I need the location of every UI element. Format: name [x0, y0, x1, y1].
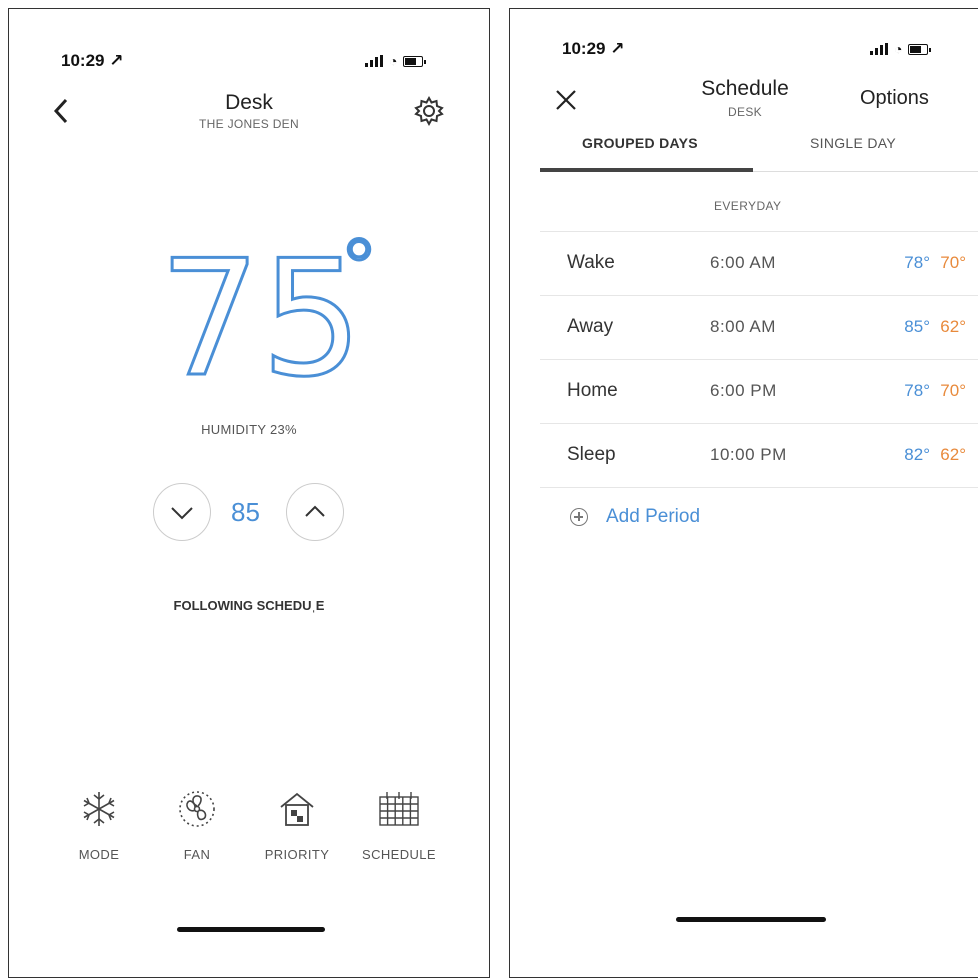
setpoint-value: 85 [231, 497, 260, 527]
status-time: 10:29 ↗ [61, 51, 124, 70]
fan-icon [179, 791, 215, 827]
period-row[interactable]: Wake 6:00 AM 78° 70° [540, 231, 978, 295]
current-temperature: 75 ° [158, 227, 381, 400]
cool-setpoint: 78° [904, 253, 930, 272]
period-name: Wake [567, 252, 615, 273]
nav-priority-label: PRIORITY [264, 847, 330, 862]
calendar-icon [379, 792, 419, 826]
add-period-button[interactable]: Add Period [570, 506, 700, 528]
schedule-status: FOLLOWING SCHEDUˌE [173, 598, 325, 613]
period-name: Sleep [567, 444, 616, 465]
period-row[interactable]: Away 8:00 AM 85° 62° [540, 295, 978, 359]
period-row[interactable]: Sleep 10:00 PM 82° 62° [540, 423, 978, 488]
wifi-icon: ◔ [389, 53, 398, 69]
heat-setpoint: 62° [940, 445, 966, 464]
gear-icon[interactable] [413, 95, 445, 127]
nav-fan-label: FAN [183, 847, 211, 862]
period-name: Away [567, 316, 614, 337]
tab-grouped-days[interactable]: GROUPED DAYS [582, 135, 698, 151]
status-time: 10:29 ↗ [562, 39, 625, 58]
heat-setpoint: 70° [940, 381, 966, 400]
period-time: 6:00 PM [710, 381, 777, 400]
status-icons: ◔ [870, 41, 932, 57]
cool-setpoint: 78° [904, 381, 930, 400]
heat-setpoint: 70° [940, 253, 966, 272]
temperature-value: 75 [158, 225, 365, 412]
period-row[interactable]: Home 6:00 PM 78° 70° [540, 359, 978, 423]
home-indicator[interactable] [676, 917, 826, 922]
nav-schedule-label: SCHEDULE [362, 847, 436, 862]
options-button[interactable]: Options [860, 87, 929, 110]
period-time: 10:00 PM [710, 445, 787, 464]
increase-setpoint-button[interactable] [286, 483, 344, 541]
schedule-periods: Wake 6:00 AM 78° 70° Away 8:00 AM 85° 62… [540, 231, 978, 488]
decrease-setpoint-button[interactable] [153, 483, 211, 541]
period-time: 6:00 AM [710, 253, 776, 272]
house-priority-icon [280, 792, 314, 826]
signal-icon [870, 43, 888, 55]
nav-mode[interactable]: MODE [54, 789, 144, 862]
status-icons: ◔ [365, 53, 427, 69]
add-period-label: Add Period [606, 506, 701, 527]
home-indicator[interactable] [177, 927, 325, 932]
period-name: Home [567, 380, 618, 401]
schedule-screen: 10:29 ↗ ◔ Schedule DESK Options GROUPED … [509, 8, 978, 978]
nav-priority[interactable]: PRIORITY [252, 789, 342, 862]
plus-circle-icon [570, 508, 588, 526]
battery-icon [908, 43, 932, 55]
degree-symbol: ° [338, 222, 381, 315]
battery-icon [403, 55, 427, 67]
heat-setpoint: 62° [940, 317, 966, 336]
wifi-icon: ◔ [894, 41, 903, 57]
period-time: 8:00 AM [710, 317, 776, 336]
thermostat-screen: 10:29 ↗ ◔ Desk THE JONES DEN 75 ° HUMIDIT… [8, 8, 490, 978]
snowflake-icon [83, 792, 115, 826]
chevron-down-icon [171, 507, 193, 520]
cool-setpoint: 82° [904, 445, 930, 464]
active-tab-indicator [540, 168, 753, 172]
nav-schedule[interactable]: SCHEDULE [354, 789, 444, 862]
cool-setpoint: 85° [904, 317, 930, 336]
nav-fan[interactable]: FAN [152, 789, 242, 862]
humidity-readout: HUMIDITY 23% [201, 422, 297, 437]
chevron-up-icon [305, 505, 325, 517]
day-group-label: EVERYDAY [714, 199, 782, 213]
tab-single-day[interactable]: SINGLE DAY [810, 135, 896, 151]
signal-icon [365, 55, 383, 67]
nav-mode-label: MODE [78, 847, 120, 862]
